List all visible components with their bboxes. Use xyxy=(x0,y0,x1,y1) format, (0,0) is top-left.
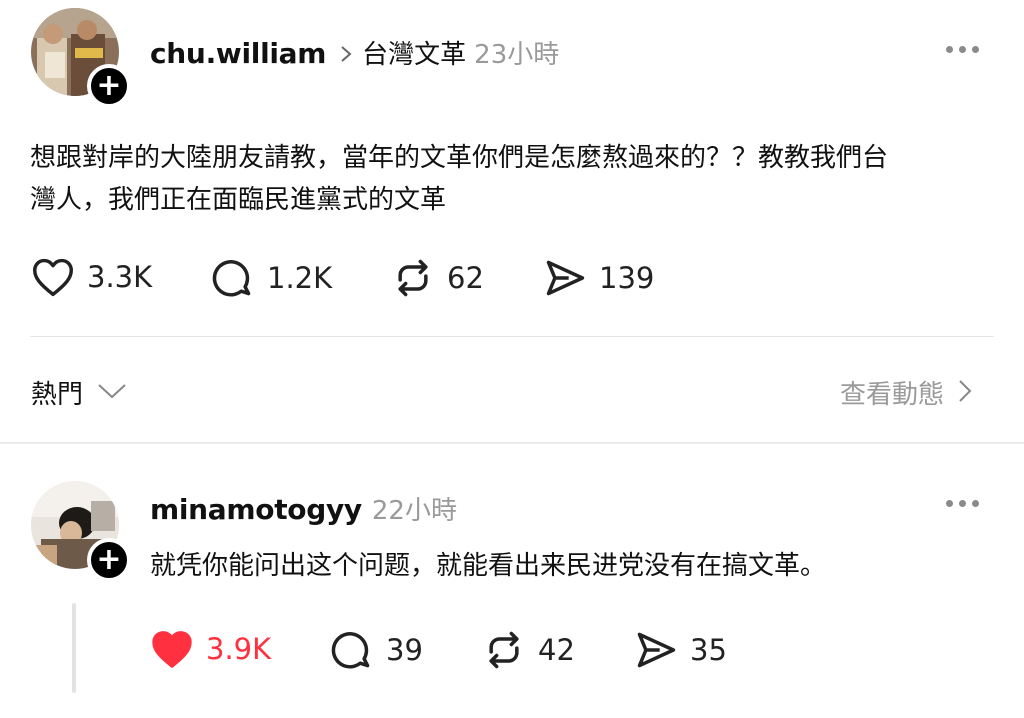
sort-dropdown[interactable]: 熱門 xyxy=(31,374,127,411)
reply-text: 就凭你能问出这个问题，就能看出来民进党没有在搞文革。 xyxy=(150,551,827,581)
view-activity-label: 查看動態 xyxy=(840,380,945,410)
reply-share-button[interactable]: 35 xyxy=(634,628,727,672)
heart-filled-icon xyxy=(152,631,192,668)
post-reply-button[interactable]: 1.2K xyxy=(211,256,332,300)
chevron-right-icon xyxy=(340,45,352,67)
follow-plus-button[interactable]: + xyxy=(87,538,131,582)
reply-share-count: 35 xyxy=(690,633,727,667)
sort-label: 熱門 xyxy=(31,380,84,410)
follow-plus-button[interactable]: + xyxy=(87,64,131,108)
chevron-down-icon xyxy=(97,382,127,404)
reply-reply-count: 39 xyxy=(386,633,423,667)
community-name[interactable]: 台灣文革 xyxy=(362,34,466,71)
section-divider xyxy=(0,442,1024,444)
post-repost-count: 62 xyxy=(447,261,484,295)
reply-username[interactable]: minamotogyy xyxy=(150,493,362,526)
post-divider xyxy=(30,336,994,337)
view-activity-link[interactable]: 查看動態 xyxy=(840,374,972,411)
post-header: chu.william 台灣文革 23小時 xyxy=(150,34,559,71)
thread-line xyxy=(72,603,76,693)
comment-bubble-icon xyxy=(212,260,251,297)
chevron-right-icon xyxy=(958,379,972,407)
reply-time: 22小時 xyxy=(371,496,457,526)
heart-icon xyxy=(33,258,73,297)
post-like-button[interactable]: 3.3K xyxy=(31,256,152,298)
reply-like-count: 3.9K xyxy=(206,632,272,666)
repost-icon xyxy=(489,631,519,669)
post-more-options-button[interactable] xyxy=(946,46,979,53)
post-reply-count: 1.2K xyxy=(267,261,333,295)
repost-icon xyxy=(398,259,428,297)
post-share-count: 139 xyxy=(599,261,655,295)
post-repost-button[interactable]: 62 xyxy=(391,256,484,300)
post-text-line-2: 灣人，我們正在面臨民進黨式的文革 xyxy=(30,185,447,215)
reply-repost-count: 42 xyxy=(538,633,575,667)
post-text: 想跟對岸的大陸朋友請教，當年的文革你們是怎麼熬過來的？？教教我們台 灣人，我們正… xyxy=(30,137,1000,221)
reply-repost-button[interactable]: 42 xyxy=(482,628,575,672)
reply-header: minamotogyy 22小時 xyxy=(150,490,457,527)
reply-like-button[interactable]: 3.9K xyxy=(150,628,271,670)
send-icon xyxy=(546,260,585,296)
reply-more-options-button[interactable] xyxy=(946,500,979,507)
comment-bubble-icon xyxy=(331,632,370,669)
send-icon xyxy=(637,632,676,668)
post-time: 23小時 xyxy=(474,40,560,70)
post-share-button[interactable]: 139 xyxy=(543,256,654,300)
post-username[interactable]: chu.william xyxy=(150,37,326,70)
post-text-line-1: 想跟對岸的大陸朋友請教，當年的文革你們是怎麼熬過來的？？教教我們台 xyxy=(30,143,889,173)
reply-reply-button[interactable]: 39 xyxy=(330,628,423,672)
post-like-count: 3.3K xyxy=(87,260,153,294)
